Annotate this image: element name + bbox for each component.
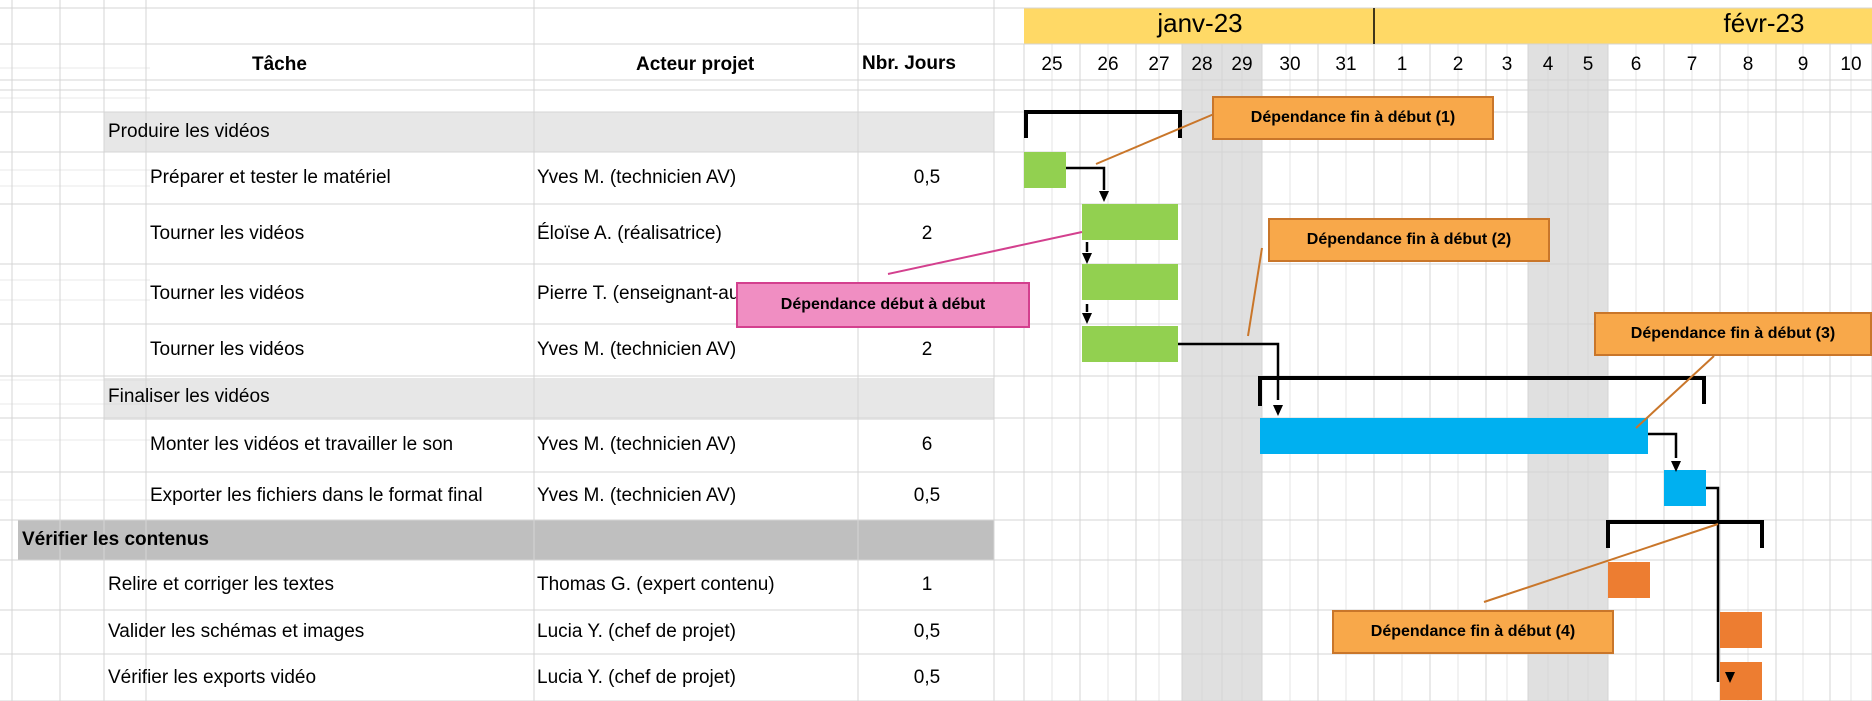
- gantt-bar: [1082, 264, 1178, 300]
- dependency-connector: [1706, 486, 1720, 520]
- task-name: Vérifier les contenus: [22, 529, 209, 550]
- gantt-bar: [1082, 326, 1178, 362]
- day-label: 5: [1582, 54, 1594, 75]
- actor-name: Lucia Y. (chef de projet): [537, 666, 736, 688]
- day-label: 7: [1686, 54, 1698, 75]
- task-name: Valider les schémas et images: [108, 621, 365, 642]
- day-label: 1: [1396, 54, 1408, 75]
- days-value: 0,5: [913, 485, 941, 506]
- dependency-callout: Dépendance fin à début (1): [1212, 96, 1494, 140]
- gantt-bar: [1608, 562, 1650, 598]
- task-name: Tourner les vidéos: [150, 283, 305, 304]
- task-name: Relire et corriger les textes: [108, 574, 334, 595]
- task-name: Tourner les vidéos: [150, 223, 305, 244]
- day-label: 6: [1630, 54, 1642, 75]
- dependency-callout: Dépendance fin à début (3): [1594, 312, 1872, 356]
- days-value: 0,5: [913, 666, 941, 688]
- day-label: 26: [1097, 54, 1119, 75]
- callout-leader: [887, 231, 1083, 275]
- day-label: 4: [1542, 54, 1554, 75]
- column-header-actor: Acteur projet: [636, 54, 755, 75]
- dependency-arrowhead: [1082, 253, 1092, 264]
- dependency-callout: Dépendance fin à début (2): [1268, 218, 1550, 262]
- day-label: 25: [1041, 54, 1063, 75]
- dependency-arrowhead: [1099, 191, 1109, 202]
- month-label: janv-23: [1157, 8, 1243, 38]
- gantt-bar: [1260, 418, 1648, 454]
- actor-name: Yves M. (technicien AV): [537, 339, 737, 360]
- column-header-task: Tâche: [252, 54, 307, 75]
- day-label: 29: [1231, 54, 1253, 75]
- task-name: Produire les vidéos: [108, 121, 270, 142]
- actor-name: Thomas G. (expert contenu): [537, 574, 775, 595]
- days-value: 0,5: [913, 621, 941, 642]
- dependency-bracket: [1258, 376, 1706, 406]
- day-label: 3: [1501, 54, 1513, 75]
- days-value: 2: [921, 223, 933, 244]
- dependency-connector: [1066, 166, 1106, 190]
- gantt-bar: [1082, 204, 1178, 240]
- days-value: 6: [921, 434, 933, 455]
- task-name: Tourner les vidéos: [150, 339, 305, 360]
- task-name: Monter les vidéos et travailler le son: [150, 434, 454, 455]
- dependency-callout: Dépendance fin à début (4): [1332, 610, 1614, 654]
- task-name: Préparer et tester le matériel: [150, 167, 391, 188]
- dependency-connector: [1648, 432, 1678, 458]
- gantt-bar: [1024, 152, 1066, 188]
- task-name: Vérifier les exports vidéo: [108, 666, 317, 688]
- month-label: févr-23: [1723, 8, 1805, 38]
- actor-name: Lucia Y. (chef de projet): [537, 621, 736, 642]
- gantt-spreadsheet: Tâche Acteur projet Nbr. Jours janv-23 févr-…: [0, 0, 1872, 701]
- gantt-bar: [1720, 612, 1762, 648]
- task-name: Exporter les fichiers dans le format fin…: [150, 485, 483, 506]
- day-label: 27: [1148, 54, 1170, 75]
- dependency-callout: Dépendance début à début: [736, 282, 1030, 328]
- day-label: 8: [1742, 54, 1754, 75]
- actor-name: Éloïse A. (réalisatrice): [537, 223, 722, 244]
- day-label: 2: [1452, 54, 1464, 75]
- gantt-bar: [1664, 470, 1706, 506]
- dependency-arrowhead: [1082, 313, 1092, 324]
- dependency-arrowhead: [1273, 405, 1283, 416]
- days-value: 0,5: [913, 167, 941, 188]
- day-label: 31: [1335, 54, 1357, 75]
- day-label: 28: [1191, 54, 1213, 75]
- day-label: 30: [1279, 54, 1301, 75]
- gantt-bar: [1720, 662, 1762, 700]
- column-header-days: Nbr. Jours: [862, 53, 956, 74]
- days-value: 2: [921, 339, 933, 360]
- day-label: 9: [1797, 54, 1809, 75]
- task-name: Finaliser les vidéos: [108, 386, 270, 407]
- actor-name: Yves M. (technicien AV): [537, 485, 737, 506]
- actor-name: Yves M. (technicien AV): [537, 167, 737, 188]
- days-value: 1: [921, 574, 933, 595]
- day-label: 10: [1840, 54, 1862, 75]
- actor-name: Yves M. (technicien AV): [537, 434, 737, 455]
- dependency-bracket: [1024, 110, 1182, 138]
